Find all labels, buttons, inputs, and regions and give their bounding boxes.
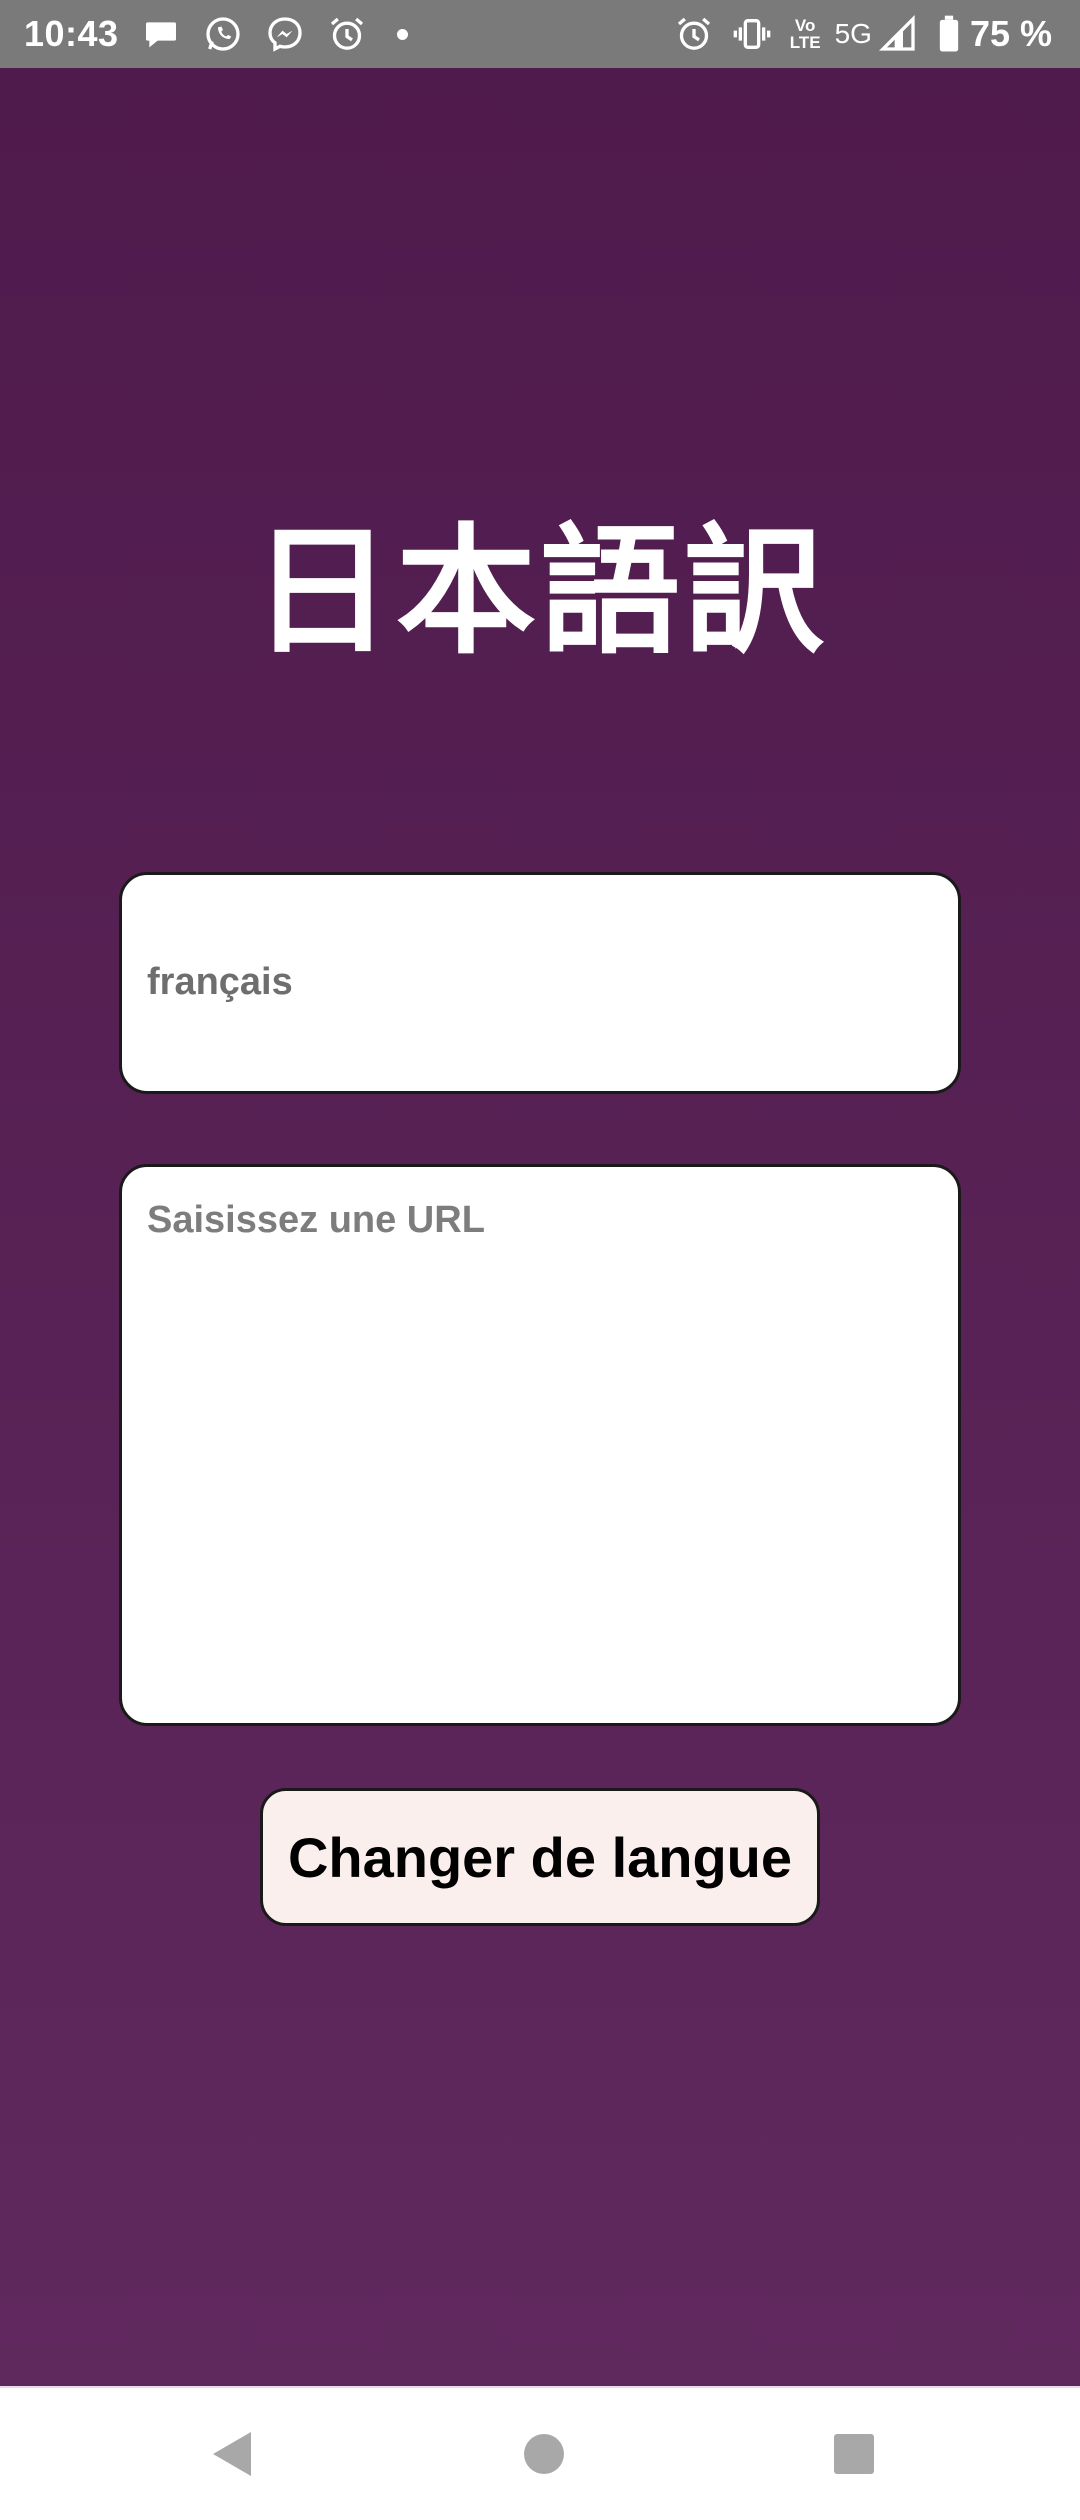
- url-input[interactable]: Saisissez une URL: [119, 1164, 961, 1726]
- recents-square-icon: [834, 2434, 874, 2474]
- battery-icon: [936, 14, 962, 54]
- navigation-bar: [0, 2386, 1080, 2520]
- app-screen: 日本語訳 français Saisissez une URL Changer …: [0, 68, 1080, 2386]
- whatsapp-icon: [203, 14, 243, 54]
- alarm-clock-icon: [674, 14, 714, 54]
- status-time: 10:43: [24, 13, 119, 54]
- home-circle-icon: [524, 2434, 564, 2474]
- network-type-label: 5G: [834, 18, 872, 49]
- volte-bottom-label: LTE: [789, 33, 821, 52]
- status-bar: 10:43 Vo LTE 5G 75 %: [0, 0, 1080, 68]
- back-button[interactable]: [172, 2388, 292, 2520]
- alarm-clock-icon: [327, 14, 367, 54]
- home-button[interactable]: [484, 2388, 604, 2520]
- status-bar-right: Vo LTE 5G 75 %: [674, 13, 1052, 55]
- app-title: 日本語訳: [251, 511, 828, 674]
- volte-top-label: Vo: [794, 16, 816, 35]
- chat-bubble-icon: [141, 14, 181, 54]
- signal-icon: [878, 14, 918, 54]
- vibrate-icon: [732, 14, 772, 54]
- url-input-placeholder: Saisissez une URL: [147, 1199, 485, 1241]
- language-field[interactable]: français: [119, 872, 961, 1094]
- change-language-button[interactable]: Changer de langue: [260, 1788, 820, 1926]
- language-field-value: français: [147, 961, 293, 1003]
- messenger-icon: [265, 14, 305, 54]
- notification-dot-icon: [396, 28, 408, 40]
- recents-button[interactable]: [794, 2388, 914, 2520]
- status-bar-left: 10:43: [24, 13, 408, 55]
- battery-percent: 75 %: [969, 13, 1052, 54]
- back-triangle-icon: [213, 2432, 251, 2476]
- volte-icon: Vo LTE: [790, 17, 821, 51]
